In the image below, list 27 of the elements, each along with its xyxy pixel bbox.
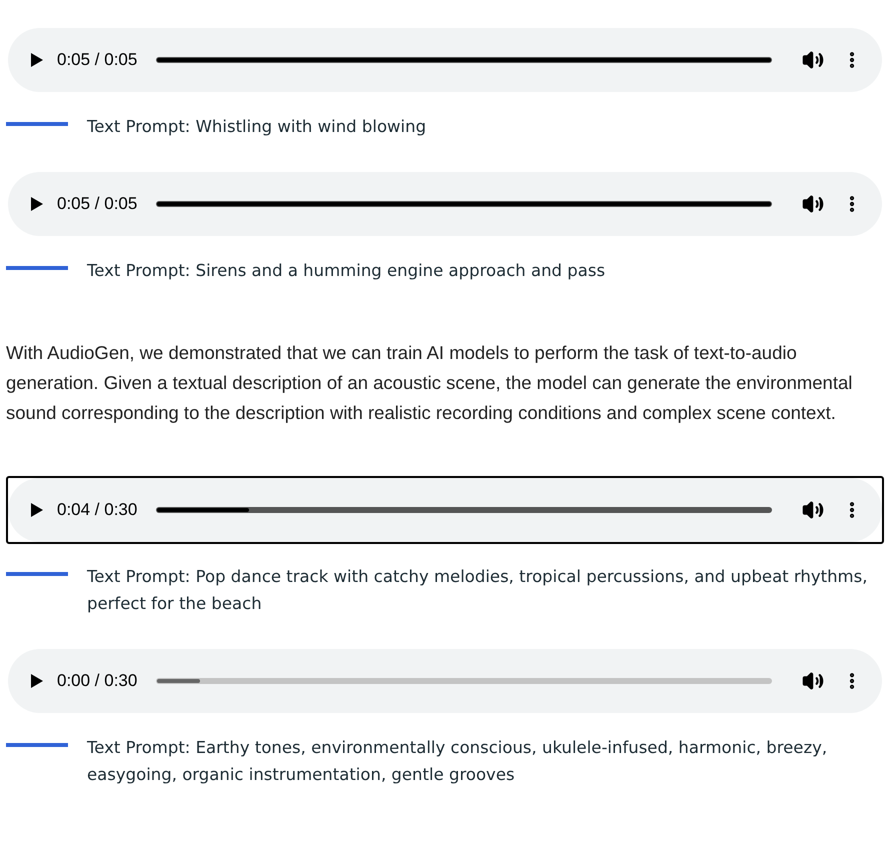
audio-player[interactable]: 0:00 / 0:30: [8, 649, 882, 713]
volume-icon[interactable]: [802, 499, 824, 521]
time-display: 0:05 / 0:05: [57, 49, 138, 72]
volume-icon[interactable]: [802, 193, 824, 215]
caption-text: Text Prompt: Sirens and a humming engine approach and pass: [87, 260, 606, 282]
caption-text: Text Prompt: Whistling with wind blowing: [87, 116, 426, 138]
accent-bar: [6, 122, 68, 126]
volume-icon[interactable]: [802, 49, 824, 71]
accent-bar: [6, 266, 68, 270]
play-icon[interactable]: [30, 673, 44, 689]
play-icon[interactable]: [30, 196, 44, 212]
time-display: 0:00 / 0:30: [57, 670, 138, 692]
audio-player[interactable]: 0:04 / 0:30: [8, 478, 882, 542]
time-display: 0:04 / 0:30: [57, 499, 138, 522]
play-icon[interactable]: [30, 52, 44, 68]
caption-text: Text Prompt: Earthy tones, environmentally conscious, ukulele-infused, harmonic, breezy, easygoing, organic instrumentation, gentle grooves: [87, 737, 828, 786]
audio-player[interactable]: 0:05 / 0:05: [8, 28, 882, 92]
progress-track[interactable]: [156, 678, 772, 684]
play-icon[interactable]: [30, 502, 44, 518]
volume-icon[interactable]: [802, 670, 824, 692]
audio-player[interactable]: 0:05 / 0:05: [8, 172, 882, 236]
progress-track[interactable]: [156, 507, 772, 513]
accent-bar: [6, 572, 68, 576]
time-display: 0:05 / 0:05: [57, 193, 138, 216]
caption-text: Text Prompt: Pop dance track with catchy melodies, tropical percussions, and upbeat rhythms, perfect for the beach: [87, 566, 868, 615]
accent-bar: [6, 743, 68, 747]
body-paragraph: With AudioGen, we demonstrated that we can train AI models to perform the task of text-to-audio generation. Given a textual description of an acoustic scene, the model can generate the environmental sound corresponding to the description with realistic recording conditions and complex scene context.: [6, 341, 854, 425]
